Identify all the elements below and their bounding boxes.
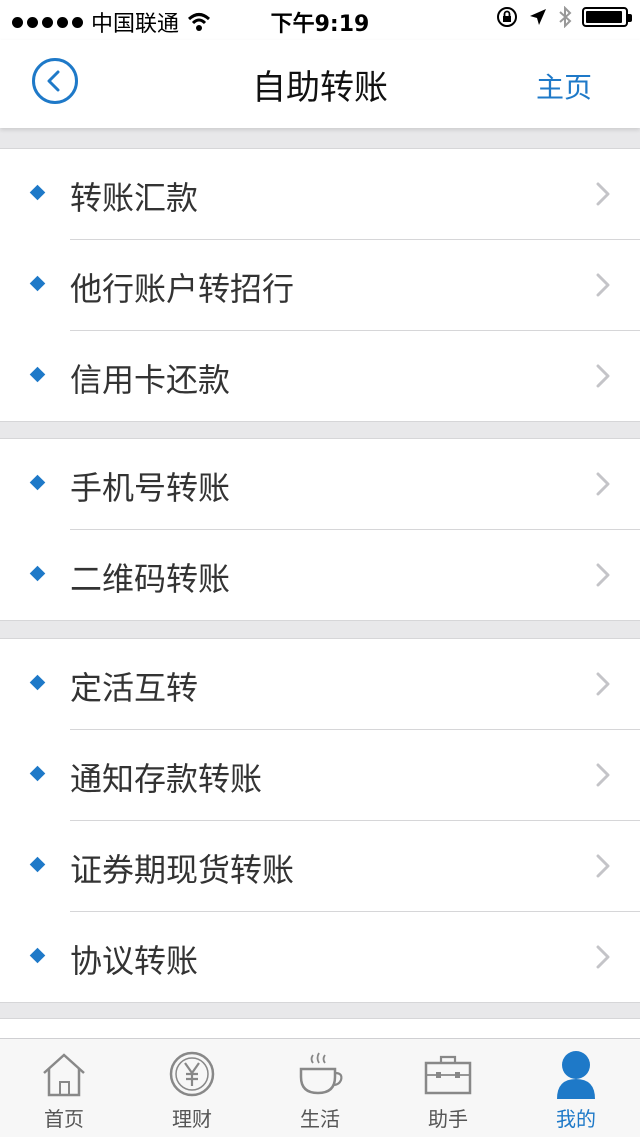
- status-bar: 中国联通 下午9:19: [0, 0, 640, 40]
- status-right: [496, 6, 632, 28]
- menu-item-notice-deposit-transfer[interactable]: 通知存款转账: [29, 729, 640, 820]
- menu-item-label: 通知存款转账: [70, 760, 263, 798]
- menu-item-label: 信用卡还款: [70, 361, 231, 399]
- menu-group-quick-transfer: 手机号转账 二维码转账: [0, 438, 640, 621]
- tab-label: 我的: [556, 1107, 596, 1131]
- chevron-right-icon: [596, 364, 610, 388]
- menu-item-label: 二维码转账: [70, 560, 231, 598]
- menu-group-transfer: 转账汇款 他行账户转招行 信用卡还款: [0, 148, 640, 422]
- chevron-right-icon: [596, 672, 610, 696]
- diamond-bullet-icon: [29, 856, 46, 873]
- menu-item-qrcode-transfer[interactable]: 二维码转账: [29, 529, 640, 620]
- menu-item-fixed-current-transfer[interactable]: 定活互转: [0, 639, 640, 729]
- menu-item-transfer-remit[interactable]: 转账汇款: [0, 149, 640, 239]
- chevron-right-icon: [596, 945, 610, 969]
- home-icon: [43, 1053, 85, 1097]
- menu-item-credit-card-repay[interactable]: 信用卡还款: [29, 330, 640, 421]
- menu-item-agreement-transfer[interactable]: 协议转账: [29, 911, 640, 1002]
- battery-icon: [582, 7, 632, 27]
- diamond-bullet-icon: [29, 947, 46, 964]
- tab-life[interactable]: 生活: [256, 1039, 384, 1137]
- user-icon: [557, 1051, 595, 1099]
- tab-label: 助手: [428, 1107, 468, 1131]
- chevron-right-icon: [596, 763, 610, 787]
- chevron-right-icon: [596, 182, 610, 206]
- menu-item-label: 证券期现货转账: [70, 851, 295, 889]
- location-arrow-icon: [530, 9, 546, 25]
- home-link[interactable]: 主页: [536, 66, 592, 106]
- diamond-bullet-icon: [29, 674, 46, 691]
- tab-label: 生活: [300, 1107, 340, 1131]
- coffee-cup-icon: [299, 1052, 343, 1095]
- menu-item-phone-transfer[interactable]: 手机号转账: [0, 439, 640, 529]
- tab-mine[interactable]: 我的: [512, 1039, 640, 1137]
- diamond-bullet-icon: [29, 565, 46, 582]
- diamond-bullet-icon: [29, 275, 46, 292]
- diamond-bullet-icon: [29, 765, 46, 782]
- tab-finance[interactable]: 理财: [128, 1039, 256, 1137]
- diamond-bullet-icon: [29, 366, 46, 383]
- yuan-icon: [169, 1051, 215, 1097]
- tab-assistant[interactable]: 助手: [384, 1039, 512, 1137]
- briefcase-icon: [424, 1055, 472, 1095]
- menu-item-label: 转账汇款: [70, 179, 199, 217]
- menu-item-label: 协议转账: [70, 942, 199, 980]
- menu-item-securities-futures-transfer[interactable]: 证券期现货转账: [29, 820, 640, 911]
- rotation-lock-icon: [497, 7, 517, 27]
- tab-label: 首页: [44, 1107, 84, 1131]
- menu-group-partial: [0, 1018, 640, 1039]
- diamond-bullet-icon: [29, 474, 46, 491]
- chevron-right-icon: [596, 854, 610, 878]
- navigation-bar: 自助转账 主页: [0, 40, 640, 128]
- diamond-bullet-icon: [29, 184, 46, 201]
- tab-label: 理财: [172, 1107, 212, 1131]
- menu-item-other-bank-to-cmb[interactable]: 他行账户转招行: [29, 239, 640, 330]
- menu-item-label: 定活互转: [70, 669, 199, 707]
- chevron-right-icon: [596, 273, 610, 297]
- menu-item-label: 他行账户转招行: [70, 270, 295, 308]
- menu-group-deposit-transfer: 定活互转 通知存款转账 证券期现货转账 协议转账: [0, 638, 640, 1003]
- bluetooth-icon: [559, 6, 572, 28]
- menu-item-label: 手机号转账: [70, 469, 231, 507]
- tab-bar: 首页 理财 生活 助手 我的: [0, 1038, 640, 1137]
- chevron-right-icon: [596, 472, 610, 496]
- chevron-right-icon: [596, 563, 610, 587]
- tab-home[interactable]: 首页: [0, 1039, 128, 1137]
